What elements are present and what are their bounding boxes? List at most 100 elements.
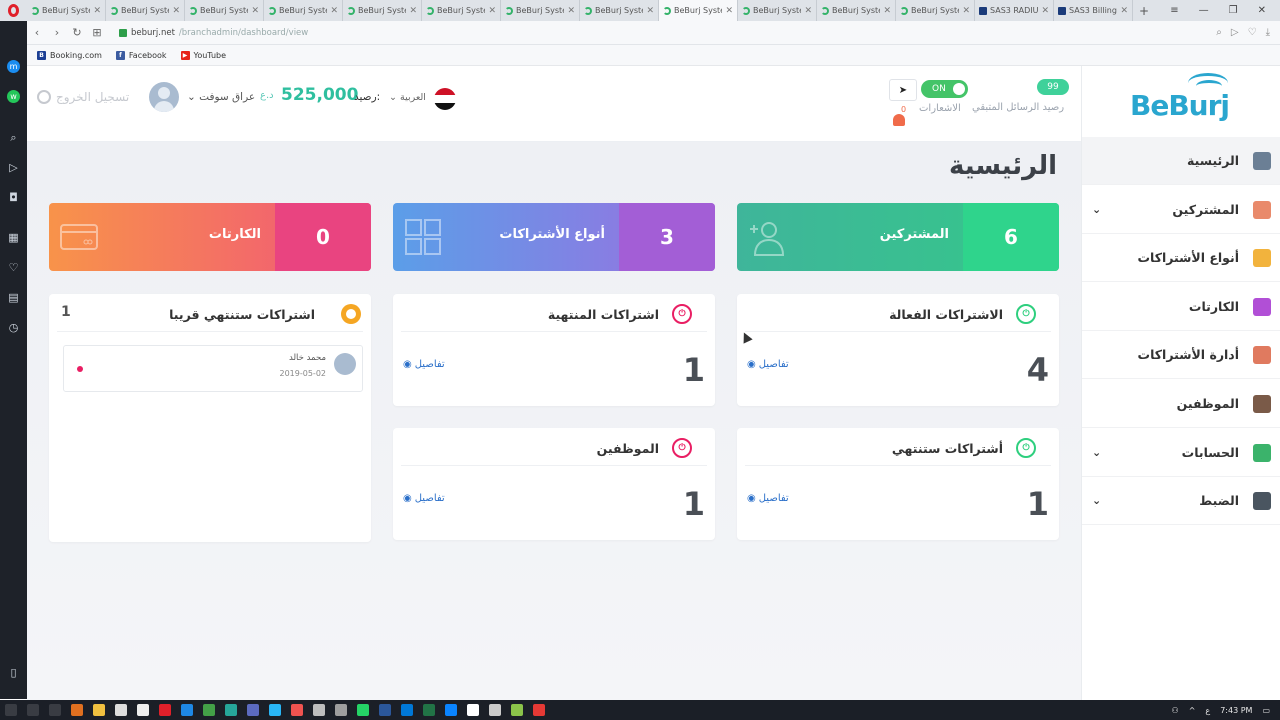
user-avatar[interactable] [149, 82, 179, 112]
details-link[interactable]: ◉ تفاصيل [403, 359, 445, 370]
details-link[interactable]: ◉ تفاصيل [747, 493, 789, 504]
excel-icon[interactable] [423, 704, 435, 716]
app-icon[interactable] [489, 704, 501, 716]
app-icon[interactable] [335, 704, 347, 716]
sidebar-item-calendar[interactable]: أدارة الأشتراكات [1082, 331, 1280, 380]
tab-close-icon[interactable]: ✕ [172, 6, 180, 16]
app-icon[interactable] [313, 704, 325, 716]
opera-icon[interactable] [159, 704, 171, 716]
tab-close-icon[interactable]: ✕ [883, 6, 891, 16]
browser-tab[interactable]: BeBurj Syste ✕ [738, 0, 817, 21]
browser-tab[interactable]: SAS3 RADIU ✕ [975, 0, 1054, 21]
app-icon[interactable] [533, 704, 545, 716]
status-toggle[interactable]: ON [921, 80, 968, 98]
tab-close-icon[interactable]: ✕ [330, 6, 338, 16]
app-icon[interactable] [247, 704, 259, 716]
notification-center-icon[interactable]: ▭ [1262, 706, 1270, 715]
list-item[interactable]: محمد خالد 2019-05-02 [63, 345, 363, 392]
browser-tab[interactable]: BeBurj Syste ✕ [27, 0, 106, 21]
browser-tab[interactable]: BeBurj Syste ✕ [817, 0, 896, 21]
chevron-down-icon[interactable]: ⌄ [1092, 446, 1101, 459]
iraq-flag-icon[interactable] [434, 88, 456, 110]
browser-tab[interactable]: BeBurj Syste ✕ [422, 0, 501, 21]
keyboard-language[interactable]: ع [1205, 706, 1210, 715]
whatsapp-icon[interactable] [357, 704, 369, 716]
send-icon[interactable]: ▷ [1231, 27, 1239, 38]
browser-tab[interactable]: BeBurj Syste ✕ [580, 0, 659, 21]
chevron-down-icon[interactable]: ⌄ [1092, 203, 1101, 216]
bookmark-heart-icon[interactable]: ♡ [1248, 27, 1257, 38]
minimize-button[interactable]: — [1199, 5, 1209, 16]
whatsapp-icon[interactable]: w [7, 90, 20, 103]
app-icon[interactable] [511, 704, 523, 716]
sidebar-item-puzzle[interactable]: أنواع الأشتراكات [1082, 234, 1280, 283]
back-button[interactable]: ‹ [27, 26, 47, 39]
windows-start-icon[interactable] [5, 704, 17, 716]
search-icon[interactable]: ⌕ [7, 131, 20, 144]
app-icon[interactable] [291, 704, 303, 716]
heart-icon[interactable]: ♡ [7, 261, 20, 274]
bookmark-youtube[interactable]: ▶ YouTube [180, 50, 226, 60]
app-icon[interactable] [269, 704, 281, 716]
tab-menu-icon[interactable]: ≡ [1170, 5, 1178, 16]
forward-button[interactable]: › [47, 26, 67, 39]
bookmark-facebook[interactable]: f Facebook [115, 50, 167, 60]
news-icon[interactable]: ▤ [7, 291, 20, 304]
sidebar-item-card[interactable]: الكارتات [1082, 283, 1280, 331]
app-icon[interactable] [225, 704, 237, 716]
stat-card-cards[interactable]: الكارتات 0 [49, 203, 371, 271]
app-icon[interactable] [203, 704, 215, 716]
url-field[interactable]: beburj.net/branchadmin/dashboard/view [119, 28, 308, 38]
browser-tab[interactable]: BeBurj Syste ✕ [264, 0, 343, 21]
tab-close-icon[interactable]: ✕ [488, 6, 496, 16]
sidebar-item-gear[interactable]: الضبط ⌄ [1082, 477, 1280, 526]
details-link[interactable]: ◉ تفاصيل [747, 359, 789, 370]
messenger-icon[interactable]: m [7, 60, 20, 73]
send-icon[interactable]: ▷ [7, 161, 20, 174]
bell-icon[interactable] [893, 114, 905, 126]
telegram-button[interactable]: ➤ [889, 79, 917, 101]
tab-close-icon[interactable]: ✕ [962, 6, 970, 16]
history-icon[interactable]: ◷ [7, 321, 20, 334]
bookmark-booking[interactable]: B Booking.com [37, 50, 102, 60]
search-icon[interactable]: ⌕ [1216, 27, 1222, 38]
sidebar-toggle-icon[interactable]: ▯ [7, 666, 20, 679]
app-icon[interactable] [181, 704, 193, 716]
browser-tab[interactable]: BeBurj Syste ✕ [343, 0, 422, 21]
opera-menu-button[interactable] [0, 0, 27, 21]
browser-tab[interactable]: BeBurj Syste ✕ [501, 0, 580, 21]
task-view-icon[interactable] [49, 704, 61, 716]
tabs-grid-button[interactable]: ⊞ [87, 26, 107, 39]
skype-icon[interactable] [401, 704, 413, 716]
search-icon[interactable] [27, 704, 39, 716]
tab-close-icon[interactable]: ✕ [567, 6, 575, 16]
chrome-icon[interactable] [71, 704, 83, 716]
stat-card-subscription-types[interactable]: أنواع الأشتراكات 3 [393, 203, 715, 271]
chevron-down-icon[interactable]: ⌄ [1092, 494, 1101, 507]
chevron-up-icon[interactable]: ^ [1189, 706, 1196, 715]
folder-icon[interactable] [93, 704, 105, 716]
reload-button[interactable]: ↻ [67, 26, 87, 39]
sidebar-item-dashboard[interactable]: الرئيسية [1082, 137, 1280, 185]
new-tab-button[interactable]: + [1133, 0, 1155, 21]
details-link[interactable]: ◉ تفاصيل [403, 493, 445, 504]
tab-close-icon[interactable]: ✕ [804, 6, 812, 16]
tab-close-icon[interactable]: ✕ [1120, 6, 1128, 16]
camera-icon[interactable]: ◘ [7, 191, 20, 204]
tab-close-icon[interactable]: ✕ [93, 6, 101, 16]
sidebar-item-user[interactable]: المشتركين ⌄ [1082, 186, 1280, 234]
logout-button[interactable]: تسجيل الخروج [37, 90, 129, 104]
browser-tab[interactable]: BeBurj Syste ✕ [659, 0, 738, 21]
store-icon[interactable] [115, 704, 127, 716]
browser-tab[interactable]: BeBurj Syste ✕ [185, 0, 264, 21]
people-icon[interactable]: ⚇ [1172, 706, 1179, 715]
tab-close-icon[interactable]: ✕ [646, 6, 654, 16]
browser-tab[interactable]: BeBurj Syste ✕ [106, 0, 185, 21]
close-window-button[interactable]: ✕ [1258, 5, 1266, 16]
tab-close-icon[interactable]: ✕ [1041, 6, 1049, 16]
browser-tab[interactable]: BeBurj Syste ✕ [896, 0, 975, 21]
tab-close-icon[interactable]: ✕ [725, 6, 733, 16]
mail-icon[interactable] [137, 704, 149, 716]
restore-button[interactable]: ❐ [1229, 5, 1238, 16]
tab-close-icon[interactable]: ✕ [251, 6, 259, 16]
